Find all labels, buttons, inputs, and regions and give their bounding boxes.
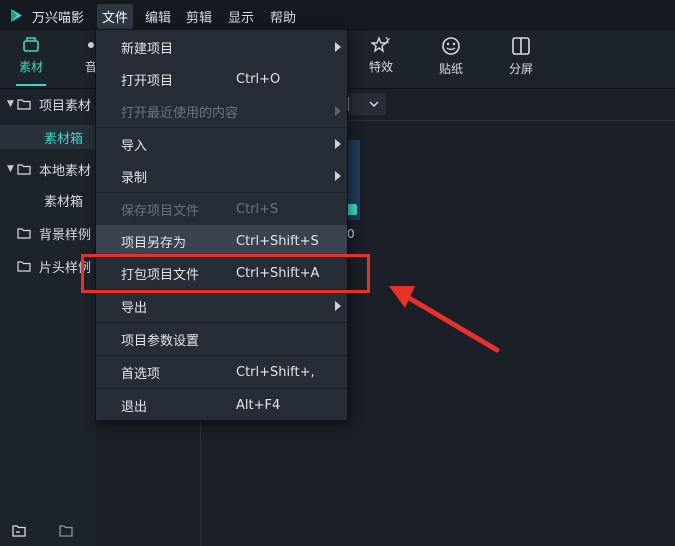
left-panel: ▼ 项目素材 素材箱 ▼ 本地素材 素材箱 背景样例 片头样例 <box>0 90 96 546</box>
file-menu: 新建项目 打开项目 Ctrl+O 打开最近使用的内容 导入 录制 保存项目文件 … <box>95 29 348 421</box>
effects-icon <box>371 36 391 53</box>
menu-item-import[interactable]: 导入 <box>96 128 347 160</box>
caret-down-icon: ▼ <box>7 164 14 174</box>
media-icon <box>23 37 39 52</box>
tree-item-label: 本地素材 <box>39 163 92 179</box>
menu-item-label: 首选项 <box>121 366 161 382</box>
menu-item-label: 录制 <box>121 170 148 186</box>
folder-icon <box>17 163 31 175</box>
submenu-arrow-icon <box>335 171 341 181</box>
menu-item-project-settings[interactable]: 项目参数设置 <box>96 323 347 355</box>
menu-item-label: 打开最近使用的内容 <box>121 105 239 121</box>
submenu-arrow-icon <box>335 139 341 149</box>
tree-item-label: 背景样例 <box>39 227 92 243</box>
menu-item-shortcut: Ctrl+Shift+, <box>236 364 315 380</box>
menu-view[interactable]: 显示 <box>228 7 254 26</box>
tree-item-intro-samples[interactable]: 片头样例 <box>0 254 91 278</box>
active-tab-indicator <box>16 84 46 86</box>
caret-down-icon: ▼ <box>7 99 14 109</box>
menu-item-save-project: 保存项目文件 Ctrl+S <box>96 193 347 225</box>
menu-clip[interactable]: 剪辑 <box>186 7 212 26</box>
tool-effects-label: 特效 <box>368 60 393 74</box>
tree-item-label: 素材箱 <box>44 194 84 210</box>
title-bar: 万兴喵影 文件 编辑 剪辑 显示 帮助 <box>0 0 675 31</box>
menu-item-exit[interactable]: 退出 Alt+F4 <box>96 389 347 421</box>
tree-item-background-samples[interactable]: 背景样例 <box>0 221 91 245</box>
tree-item-label: 项目素材 <box>39 98 92 114</box>
menu-item-open-project[interactable]: 打开项目 Ctrl+O <box>96 63 347 95</box>
menu-file[interactable]: 文件 <box>97 4 134 29</box>
menu-item-export[interactable]: 导出 <box>96 290 347 322</box>
menu-item-label: 打开项目 <box>121 73 174 89</box>
folder-icon <box>17 260 31 272</box>
split-screen-icon <box>512 37 530 55</box>
tree-item-label: 素材箱 <box>44 131 84 147</box>
tool-split-screen-label: 分屏 <box>508 62 533 76</box>
tool-media[interactable]: 素材 <box>6 36 56 75</box>
menu-item-label: 退出 <box>121 399 148 415</box>
app-logo-icon <box>11 9 22 22</box>
menu-item-label: 新建项目 <box>121 41 174 57</box>
tree-item-media-bin-2[interactable]: 素材箱 <box>0 188 83 212</box>
tool-media-label: 素材 <box>18 60 43 74</box>
tool-split-screen[interactable]: 分屏 <box>496 36 546 77</box>
submenu-arrow-icon <box>335 106 341 116</box>
menu-item-open-recent: 打开最近使用的内容 <box>96 95 347 127</box>
submenu-arrow-icon <box>335 42 341 52</box>
submenu-arrow-icon <box>335 301 341 311</box>
tree-item-project-media[interactable]: ▼ 项目素材 <box>0 92 91 116</box>
annotation-arrow-icon <box>389 286 500 353</box>
menu-item-shortcut: Ctrl+O <box>236 71 281 87</box>
menu-item-label: 保存项目文件 <box>121 203 200 219</box>
menu-item-label: 导入 <box>121 138 148 154</box>
menu-item-record[interactable]: 录制 <box>96 160 347 192</box>
menu-item-shortcut: Ctrl+Shift+S <box>236 233 319 249</box>
menu-item-shortcut: Alt+F4 <box>236 397 281 413</box>
menu-item-preferences[interactable]: 首选项 Ctrl+Shift+, <box>96 356 347 388</box>
annotation-highlight-box <box>81 254 370 293</box>
menu-item-new-project[interactable]: 新建项目 <box>96 31 347 63</box>
menu-item-label: 导出 <box>121 300 148 316</box>
menu-edit[interactable]: 编辑 <box>145 7 171 26</box>
tool-effects[interactable]: 特效 <box>356 36 406 75</box>
menu-item-save-as[interactable]: 项目另存为 Ctrl+Shift+S <box>96 225 347 257</box>
menu-item-label: 项目参数设置 <box>121 333 200 349</box>
new-folder-icon[interactable] <box>12 524 28 538</box>
tree-item-local-media[interactable]: ▼ 本地素材 <box>0 157 91 181</box>
tool-sticker-label: 贴纸 <box>438 62 463 76</box>
filter-dropdown[interactable] <box>344 93 386 115</box>
menu-item-label: 项目另存为 <box>121 235 187 251</box>
chevron-down-icon <box>369 101 379 108</box>
thumbnail-duration: 0 <box>347 227 355 241</box>
folder-icon <box>17 227 31 239</box>
tool-sticker[interactable]: 贴纸 <box>426 36 476 77</box>
folder-icon <box>17 98 31 110</box>
app-name: 万兴喵影 <box>32 11 85 26</box>
menu-item-shortcut: Ctrl+S <box>236 201 279 217</box>
sticker-icon <box>442 37 460 55</box>
folder-icon[interactable] <box>59 524 75 538</box>
dropdown-divider <box>348 97 349 111</box>
menu-help[interactable]: 帮助 <box>270 7 296 26</box>
tree-item-media-bin-1[interactable]: 素材箱 <box>0 125 96 149</box>
